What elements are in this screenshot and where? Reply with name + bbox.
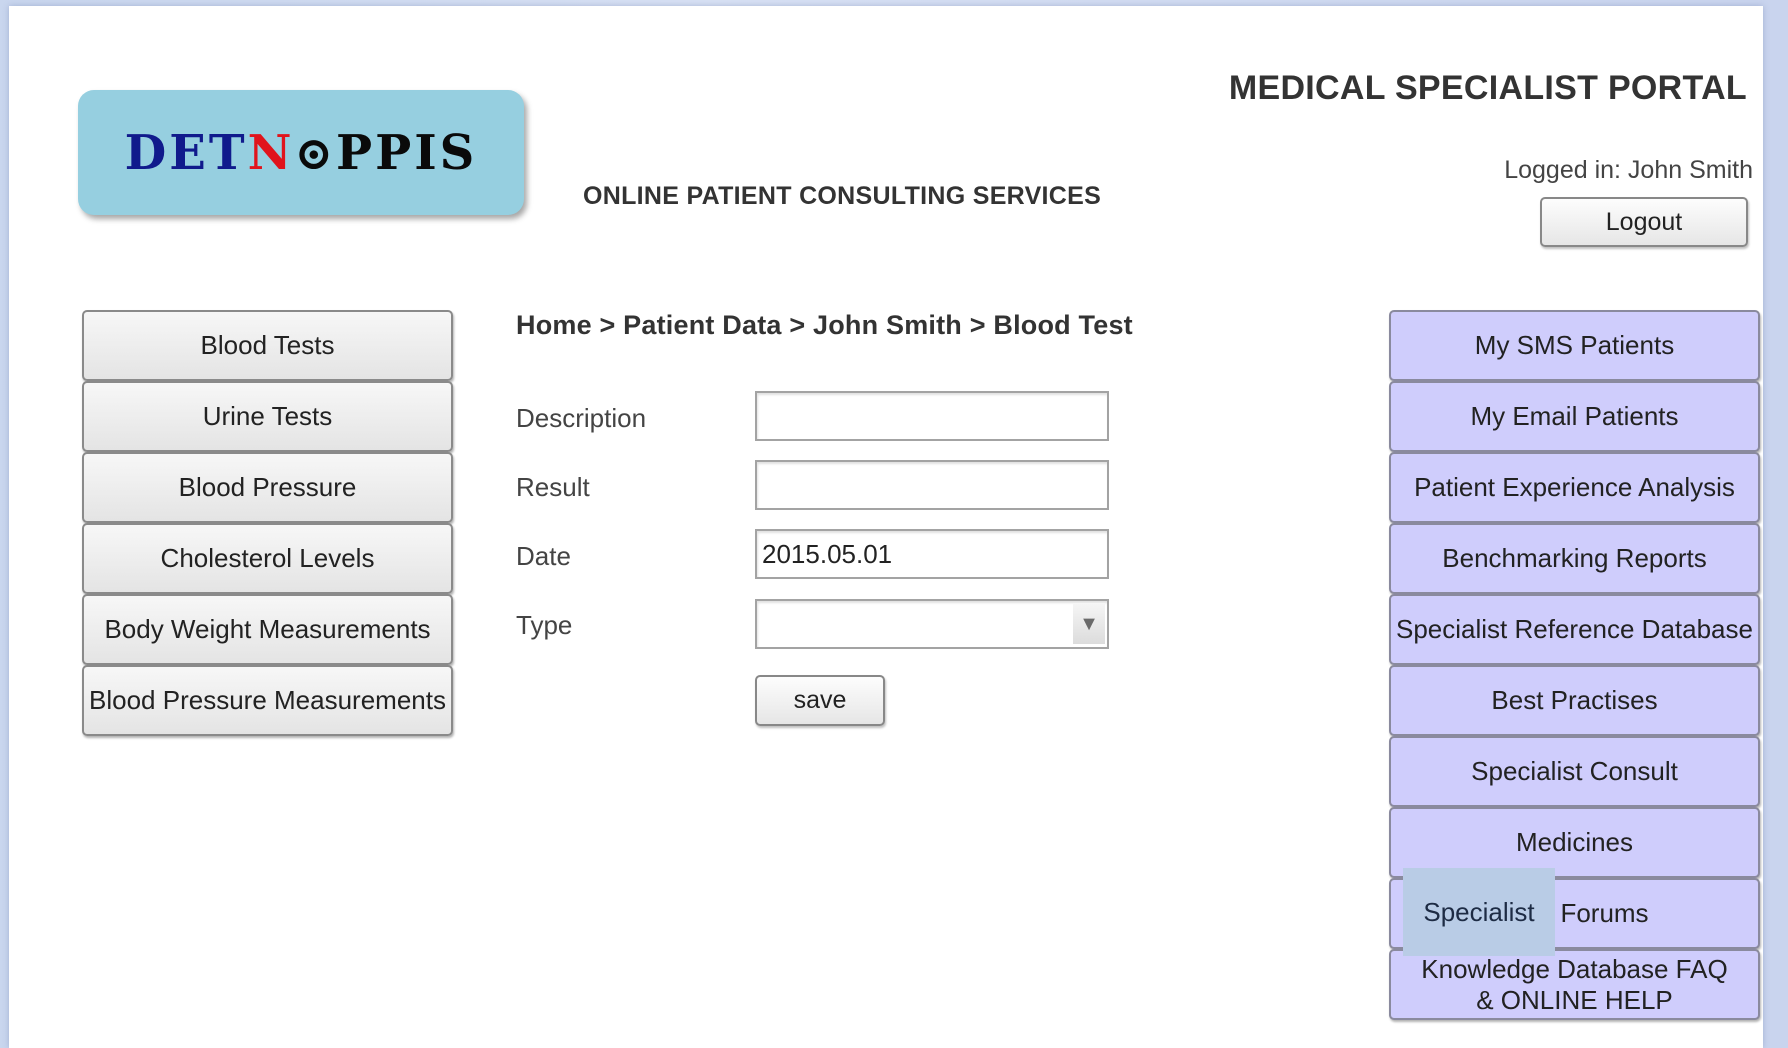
nav-patient-experience-analysis-button[interactable]: Patient Experience Analysis [1389,452,1760,523]
logo-text-part2: N [247,124,295,181]
nav-cholesterol-levels-button[interactable]: Cholesterol Levels [82,523,453,594]
description-input[interactable] [755,391,1109,441]
nav-blood-tests-button[interactable]: Blood Tests [82,310,453,381]
logo-ring-icon: ⊙ [294,125,337,180]
type-label: Type [516,610,573,640]
nav-knowledge-database-button[interactable]: Knowledge Database FAQ & ONLINE HELP [1389,949,1760,1020]
nav-specialist-consult-button[interactable]: Specialist Consult [1389,736,1760,807]
breadcrumb: Home > Patient Data > John Smith > Blood… [516,310,1133,340]
left-nav-menu: Blood Tests Urine Tests Blood Pressure C… [82,310,453,736]
specialist-tooltip: Specialist [1403,868,1555,956]
result-label: Result [516,472,590,502]
nav-blood-pressure-button[interactable]: Blood Pressure [82,452,453,523]
save-button[interactable]: save [755,675,885,726]
nav-blood-pressure-measurements-button[interactable]: Blood Pressure Measurements [82,665,453,736]
portal-title: MEDICAL SPECIALIST PORTAL [1228,69,1747,107]
description-label: Description [516,403,647,433]
date-label: Date [516,541,571,571]
result-input[interactable] [755,460,1109,510]
logged-in-status: Logged in: John Smith [1504,156,1753,184]
nav-benchmarking-reports-button[interactable]: Benchmarking Reports [1389,523,1760,594]
nav-my-sms-patients-button[interactable]: My SMS Patients [1389,310,1760,381]
logo-text-part1: DET [124,124,248,181]
nav-specialist-reference-database-button[interactable]: Specialist Reference Database [1389,594,1760,665]
logout-button[interactable]: Logout [1540,197,1748,247]
nav-my-email-patients-button[interactable]: My Email Patients [1389,381,1760,452]
nav-body-weight-button[interactable]: Body Weight Measurements [82,594,453,665]
nav-urine-tests-button[interactable]: Urine Tests [82,381,453,452]
detnoppis-logo: DET N ⊙ PPIS [78,90,524,215]
nav-best-practises-button[interactable]: Best Practises [1389,665,1760,736]
logo-text-part3: PPIS [336,124,478,181]
dropdown-arrow-icon[interactable]: ▼ [1073,604,1105,644]
site-subtitle: ONLINE PATIENT CONSULTING SERVICES [583,182,1102,210]
type-select[interactable]: ▼ [755,599,1109,649]
date-input[interactable] [755,529,1109,579]
